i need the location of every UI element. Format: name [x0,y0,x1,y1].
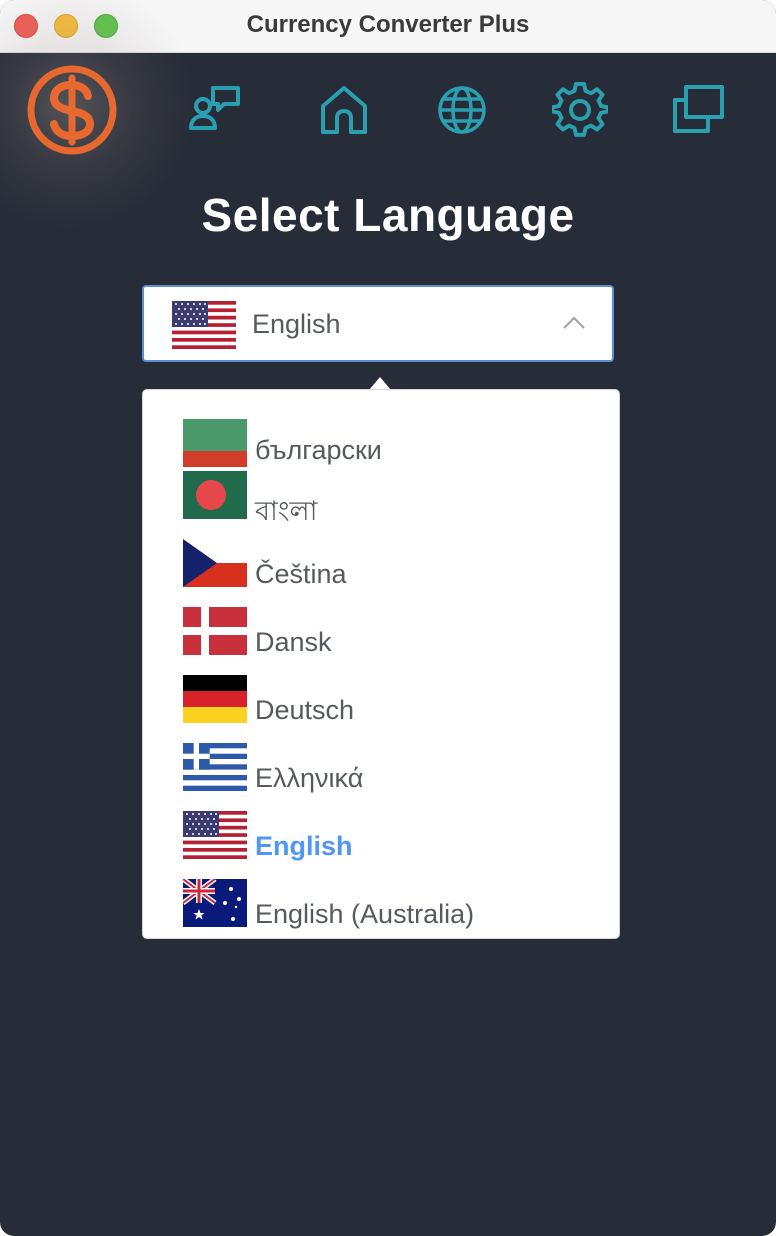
page-title: Select Language [201,189,575,241]
us-flag-icon [172,301,236,349]
language-option-greek[interactable]: Ελληνικά [183,743,603,799]
germany-flag-icon [183,675,247,723]
czech-flag-icon [183,539,247,587]
home-icon[interactable] [316,82,372,138]
language-option-label: български [255,435,382,465]
bulgaria-flag-icon [183,419,247,467]
language-option-label: Dansk [255,627,332,657]
language-option-label: English (Australia) [255,899,475,929]
us-flag-icon [183,811,247,859]
selected-language-label: English [252,309,341,339]
language-option-danish[interactable]: Dansk [183,607,603,663]
denmark-flag-icon [183,607,247,655]
language-option-label: English [255,831,353,861]
language-option-english-australia[interactable]: English (Australia) [183,879,603,935]
globe-icon[interactable] [434,82,490,138]
language-select[interactable]: English [142,285,614,362]
language-option-bulgarian[interactable]: български [183,419,603,475]
australia-flag-icon [183,879,247,927]
windows-icon[interactable] [670,82,726,138]
gear-icon[interactable] [552,82,608,138]
language-option-label: Deutsch [255,695,355,725]
language-option-german[interactable]: Deutsch [183,675,603,731]
language-option-english[interactable]: English [183,811,603,867]
language-option-label: বাংলা [255,496,318,526]
bangladesh-flag-icon [183,471,247,519]
chevron-up-icon[interactable] [562,315,586,331]
chat-icon[interactable] [186,82,242,138]
language-option-bangla[interactable]: বাংলা [183,471,603,527]
language-option-label: Ελληνικά [255,763,364,793]
greece-flag-icon [183,743,247,791]
app-window: Currency Converter Plus Select Language … [0,0,776,1236]
language-option-czech[interactable]: Čeština [183,539,603,595]
language-option-label: Čeština [255,559,347,589]
dollar-logo-icon[interactable] [26,64,118,156]
language-dropdown-list[interactable]: български বাংলা Čeština Dansk Deutsch Ελ… [142,389,620,939]
